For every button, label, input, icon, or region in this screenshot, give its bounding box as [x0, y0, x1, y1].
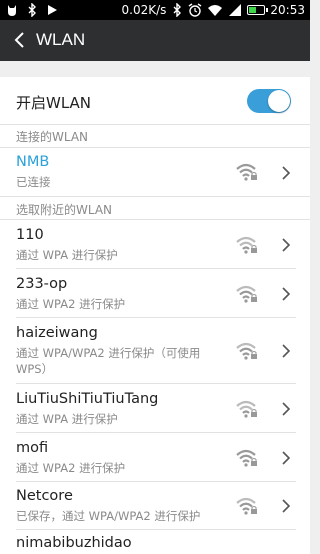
wifi-lock-icon [236, 236, 257, 254]
battery-icon [247, 5, 269, 15]
title-bar: WLAN [0, 20, 310, 61]
network-name: 233-op [16, 276, 68, 292]
wifi-lock-icon [236, 163, 257, 181]
network-row[interactable]: nimabibuzhidao [0, 530, 310, 554]
network-row[interactable]: haizeiwang 通过 WPA/WPA2 进行保护（可使用 WPS） [0, 318, 310, 384]
bluetooth-icon [173, 3, 182, 17]
network-name: 110 [16, 227, 44, 243]
network-speed: 0.02K/s [121, 3, 167, 17]
network-status: 通过 WPA2 进行保护 [16, 461, 126, 475]
wifi-lock-icon [236, 497, 257, 515]
nearby-section: 选取附近的WLAN [0, 197, 310, 220]
wifi-lock-icon [236, 449, 257, 467]
network-status: 通过 WPA2 进行保护 [16, 297, 126, 311]
chevron-right-icon [282, 287, 291, 301]
network-status: 通过 WPA/WPA2 进行保护（可使用 WPS） [16, 346, 201, 376]
network-row[interactable]: Netcore 已保存，通过 WPA/WPA2 进行保护 [0, 482, 310, 530]
network-name: haizeiwang [16, 325, 98, 341]
network-name: Netcore [16, 488, 73, 504]
cat-icon [8, 5, 16, 16]
battery-fill [249, 7, 257, 13]
wlan-toggle-row[interactable]: 开启WLAN [0, 77, 310, 125]
wifi-lock-icon [236, 285, 257, 303]
network-name: mofi [16, 440, 49, 456]
toggle-knob [268, 90, 290, 112]
chevron-right-icon [282, 238, 291, 252]
network-status: 通过 WPA 进行保护 [16, 412, 118, 426]
network-name: NMB [16, 154, 50, 170]
network-status: 已保存，通过 WPA/WPA2 进行保护 [16, 509, 201, 523]
network-status: 通过 WPA 进行保护 [16, 248, 118, 262]
section-header-connected: 连接的WLAN [16, 130, 89, 144]
back-button[interactable] [8, 28, 30, 52]
page-title: WLAN [36, 30, 86, 49]
wifi-signal-icon [208, 5, 223, 16]
alarm-icon [189, 3, 202, 17]
network-row[interactable]: 110 通过 WPA 进行保护 [0, 220, 310, 269]
status-bar: 0.02K/s 20:53 [0, 0, 310, 20]
chevron-right-icon [282, 451, 291, 465]
connected-network-row[interactable]: NMB 已连接 [0, 148, 310, 197]
wlan-toggle-label: 开启WLAN [16, 94, 92, 112]
wifi-lock-icon [236, 342, 257, 360]
play-icon [48, 5, 57, 15]
connected-section: 连接的WLAN [0, 125, 310, 148]
chevron-right-icon [282, 499, 291, 513]
network-row[interactable]: 233-op 通过 WPA2 进行保护 [0, 269, 310, 318]
cell-signal-icon [229, 4, 242, 16]
section-header-nearby: 选取附近的WLAN [16, 203, 113, 217]
network-name: nimabibuzhidao [16, 535, 132, 551]
wifi-lock-icon [236, 400, 257, 418]
network-name: LiuTiuShiTiuTiuTang [16, 391, 159, 407]
chevron-right-icon [282, 166, 291, 180]
network-row[interactable]: LiuTiuShiTiuTiuTang 通过 WPA 进行保护 [0, 384, 310, 433]
chevron-right-icon [282, 402, 291, 416]
bluetooth-icon [28, 3, 36, 17]
clock: 20:53 [270, 3, 305, 17]
wlan-toggle-switch[interactable] [247, 89, 291, 113]
chevron-right-icon [282, 344, 291, 358]
network-row[interactable]: mofi 通过 WPA2 进行保护 [0, 433, 310, 482]
chevron-left-icon [14, 32, 24, 48]
network-status: 已连接 [16, 175, 51, 189]
